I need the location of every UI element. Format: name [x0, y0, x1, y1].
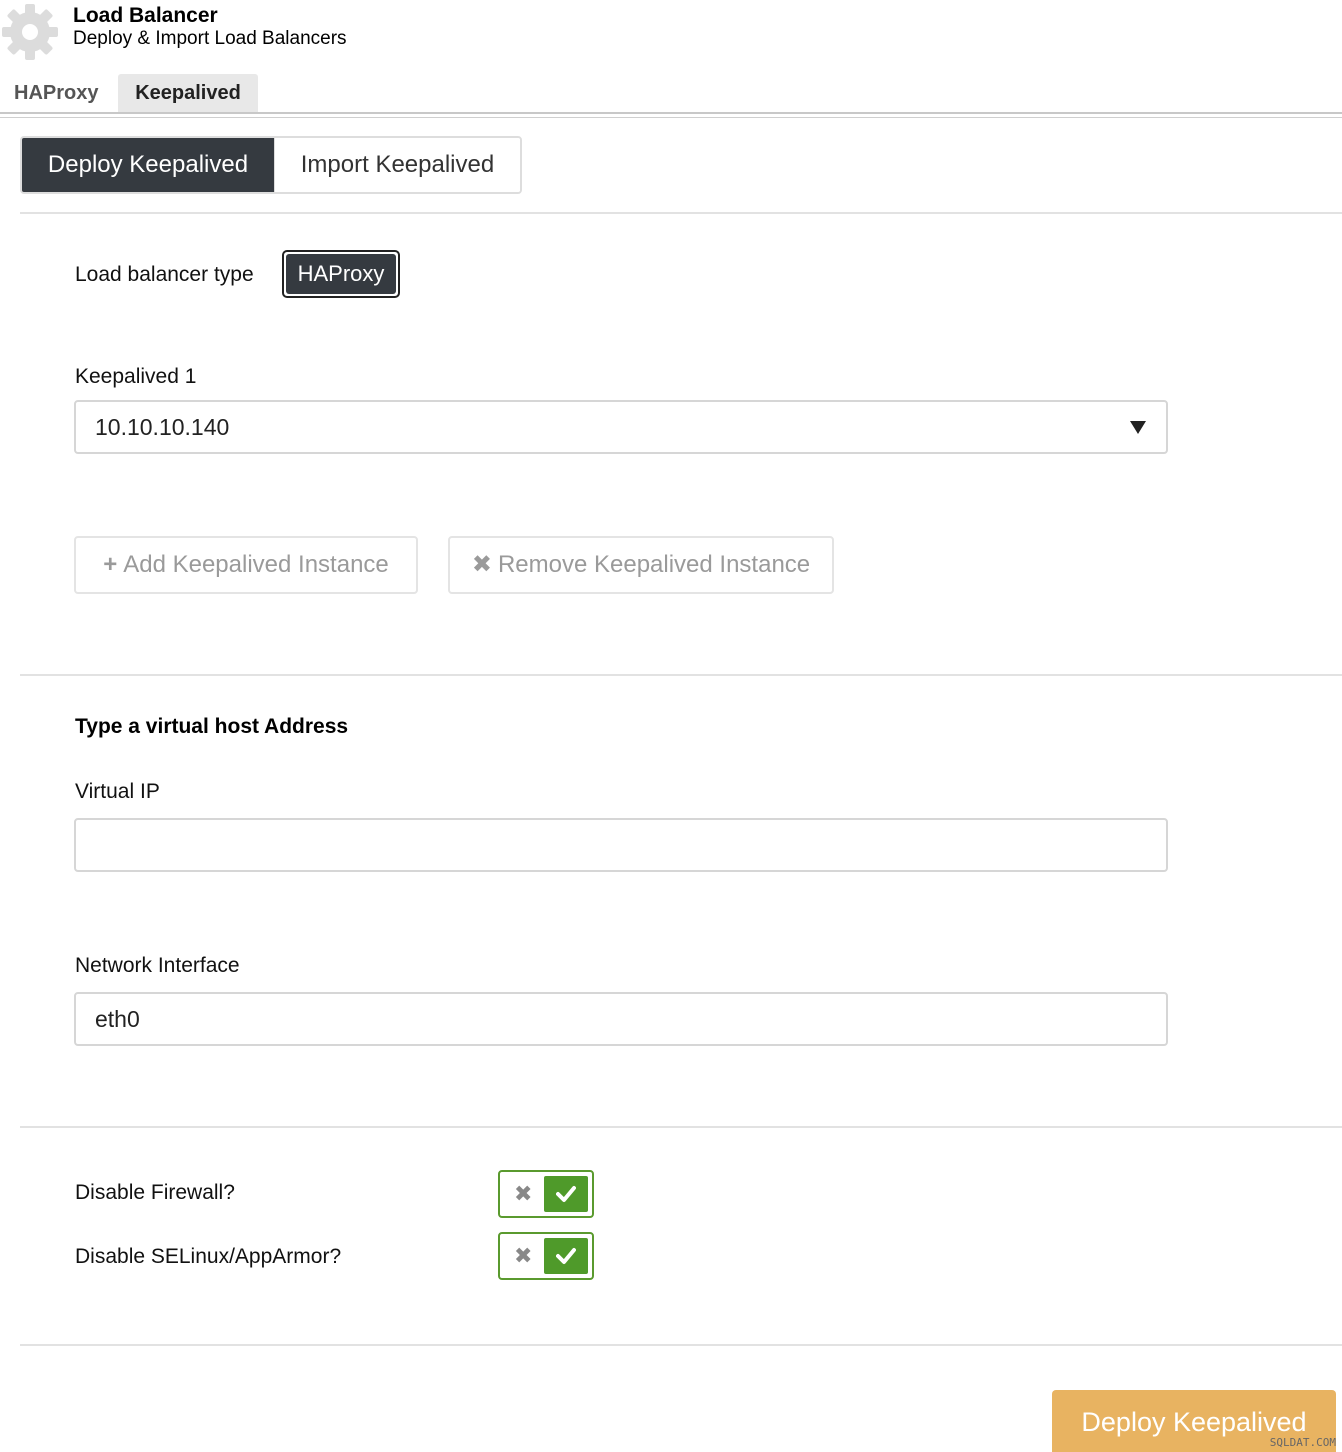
toggle-off-icon: ✖: [514, 1243, 533, 1268]
divider: [20, 1344, 1342, 1346]
tab-divider-secondary: [0, 117, 1342, 118]
lb-type-value: HAProxy: [286, 254, 396, 294]
page-header: Load Balancer Deploy & Import Load Balan…: [0, 0, 1342, 70]
watermark: SQLDAT.COM: [1269, 1436, 1336, 1449]
keepalived1-selected-value: 10.10.10.140: [95, 414, 230, 440]
tab-divider: [0, 112, 1342, 114]
keepalived1-label: Keepalived 1: [75, 365, 197, 388]
virtual-ip-input[interactable]: [74, 818, 1168, 872]
plus-icon: +: [103, 551, 118, 578]
toggle-off-icon: ✖: [514, 1181, 533, 1206]
virtual-host-section-title: Type a virtual host Address: [75, 715, 349, 738]
mode-switch: Deploy Keepalived Import Keepalived: [20, 136, 522, 194]
gear-icon: [2, 4, 58, 60]
remove-keepalived-instance-button[interactable]: ✖ Remove Keepalived Instance: [448, 536, 834, 594]
check-icon: [556, 1248, 576, 1264]
network-interface-label: Network Interface: [75, 954, 240, 977]
divider: [20, 212, 1342, 214]
close-icon: ✖: [471, 551, 492, 578]
keepalived1-select[interactable]: 10.10.10.140: [74, 400, 1168, 454]
remove-instance-label: Remove Keepalived Instance: [497, 551, 811, 578]
toggle-on-segment: [544, 1238, 588, 1274]
tab-keepalived[interactable]: Keepalived: [118, 74, 258, 114]
divider: [20, 674, 1342, 676]
network-interface-input[interactable]: eth0: [74, 992, 1168, 1046]
disable-selinux-label: Disable SELinux/AppArmor?: [75, 1245, 342, 1268]
lb-type-label: Load balancer type: [75, 263, 254, 286]
disable-firewall-label: Disable Firewall?: [75, 1181, 235, 1204]
page-subtitle: Deploy & Import Load Balancers: [73, 28, 347, 49]
disable-firewall-toggle[interactable]: ✖: [498, 1170, 594, 1218]
tab-haproxy[interactable]: HAProxy: [0, 74, 112, 114]
toggle-on-segment: [544, 1176, 588, 1212]
check-icon: [556, 1186, 576, 1202]
dropdown-caret-icon: [1130, 421, 1146, 434]
import-mode-button[interactable]: Import Keepalived: [274, 138, 520, 192]
disable-selinux-toggle[interactable]: ✖: [498, 1232, 594, 1280]
tab-bar: HAProxy Keepalived: [0, 74, 1342, 114]
page-title: Load Balancer: [73, 4, 218, 27]
add-instance-label: Add Keepalived Instance: [123, 551, 389, 578]
add-keepalived-instance-button[interactable]: + Add Keepalived Instance: [74, 536, 418, 594]
deploy-mode-button[interactable]: Deploy Keepalived: [22, 138, 274, 192]
lb-type-haproxy-button[interactable]: HAProxy: [282, 250, 400, 298]
virtual-ip-label: Virtual IP: [75, 780, 160, 803]
divider: [20, 1126, 1342, 1128]
